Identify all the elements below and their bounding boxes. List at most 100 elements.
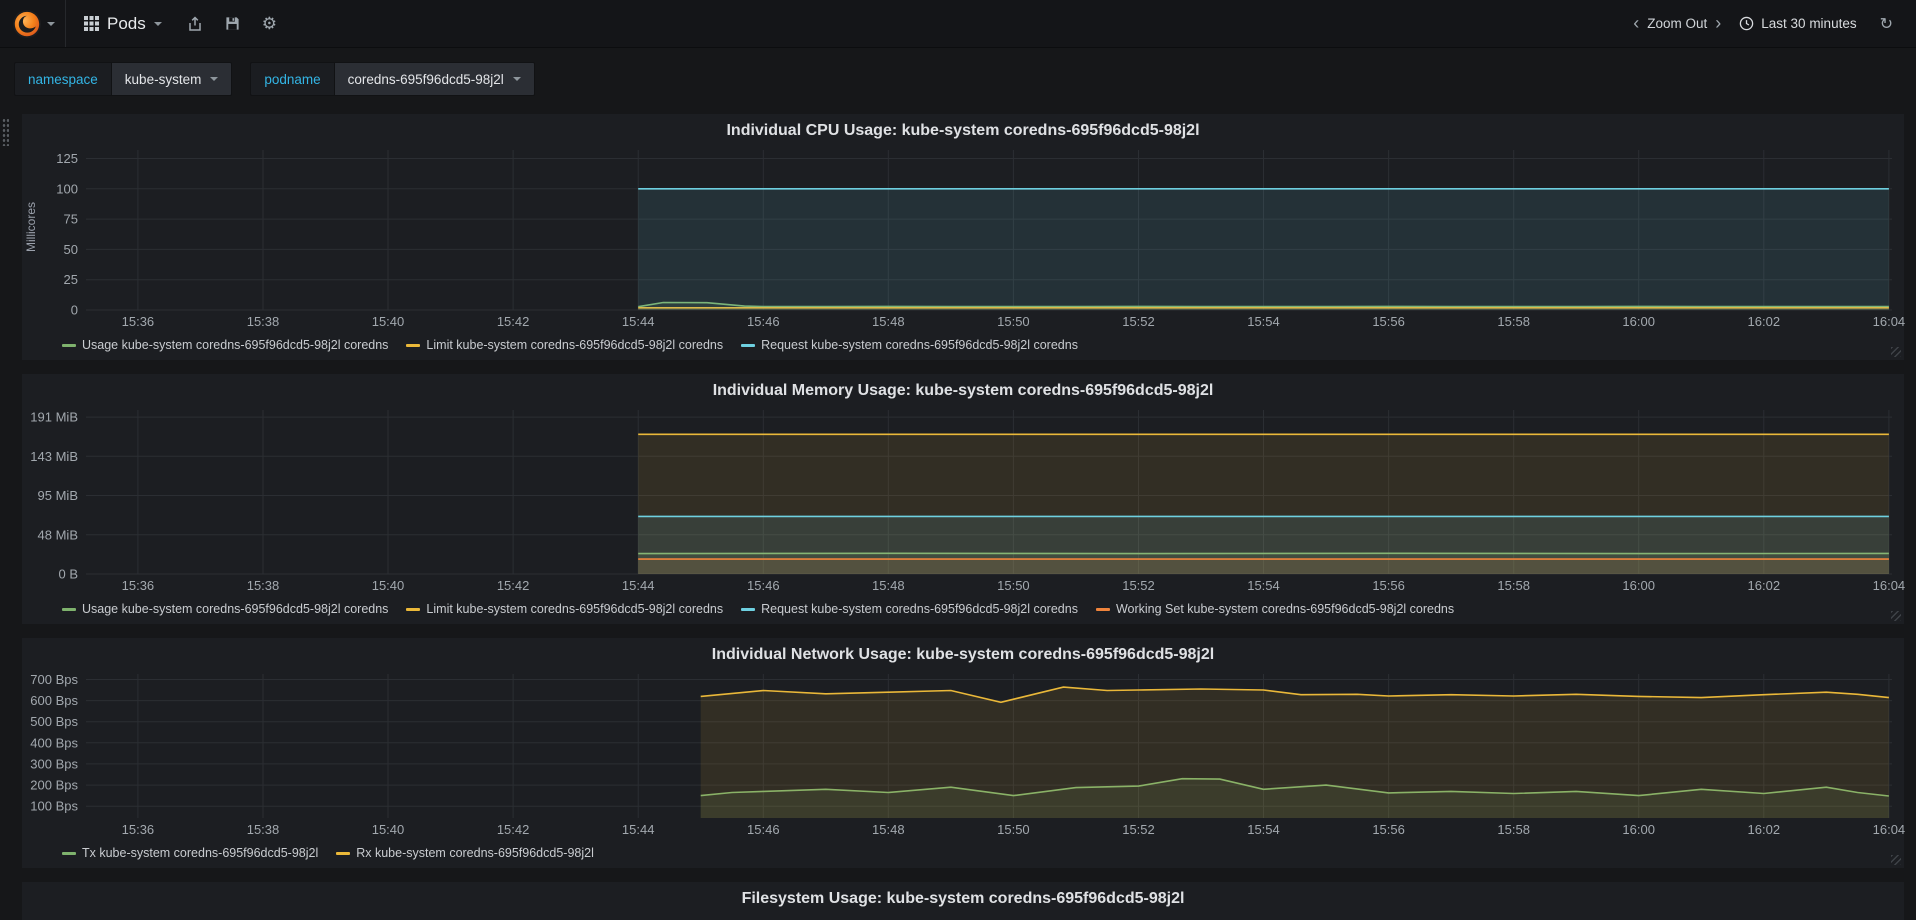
svg-text:15:46: 15:46: [747, 822, 780, 837]
network-legend: Tx kube-system coredns-695f96dcd5-98j2l R…: [22, 840, 1904, 866]
panel-title[interactable]: Filesystem Usage: kube-system coredns-69…: [22, 886, 1904, 912]
nav-divider: [65, 0, 66, 47]
cpu-legend: Usage kube-system coredns-695f96dcd5-98j…: [22, 332, 1904, 358]
chevron-left-icon: ‹: [1633, 13, 1640, 33]
panel-network-usage: Individual Network Usage: kube-system co…: [22, 638, 1905, 868]
svg-text:15:52: 15:52: [1122, 314, 1155, 329]
svg-text:400 Bps: 400 Bps: [30, 735, 78, 750]
svg-text:15:38: 15:38: [247, 822, 280, 837]
panel-title[interactable]: Individual Memory Usage: kube-system cor…: [22, 378, 1904, 404]
legend-item-tx[interactable]: Tx kube-system coredns-695f96dcd5-98j2l: [62, 846, 318, 860]
svg-text:16:02: 16:02: [1748, 578, 1781, 593]
panel-resize-handle[interactable]: [1891, 611, 1901, 621]
namespace-dropdown[interactable]: kube-system: [110, 62, 233, 96]
panel-cpu-usage: Individual CPU Usage: kube-system coredn…: [22, 114, 1906, 360]
chevron-right-icon: ›: [1715, 13, 1722, 33]
svg-text:15:50: 15:50: [997, 578, 1030, 593]
time-range-picker-button[interactable]: Last 30 minutes: [1727, 0, 1868, 47]
legend-item-request[interactable]: Request kube-system coredns-695f96dcd5-9…: [741, 338, 1078, 352]
svg-text:15:38: 15:38: [247, 314, 280, 329]
panel-resize-handle[interactable]: [1891, 347, 1901, 357]
legend-item-usage[interactable]: Usage kube-system coredns-695f96dcd5-98j…: [62, 602, 388, 616]
dashboard-title: Pods: [107, 13, 146, 33]
dashboard-picker-button[interactable]: Pods: [70, 0, 176, 47]
clock-icon: [1740, 16, 1754, 31]
svg-text:15:58: 15:58: [1497, 314, 1530, 329]
legend-item-request[interactable]: Request kube-system coredns-695f96dcd5-9…: [741, 602, 1078, 616]
svg-text:500 Bps: 500 Bps: [30, 714, 78, 729]
filesystem-usage-chart[interactable]: [22, 912, 1904, 920]
chevron-down-icon: [210, 77, 219, 81]
zoom-out-button[interactable]: Zoom Out: [1645, 0, 1709, 47]
refresh-icon: ↻: [1879, 15, 1893, 33]
svg-text:15:46: 15:46: [747, 578, 780, 593]
legend-label: Usage kube-system coredns-695f96dcd5-98j…: [82, 602, 389, 616]
svg-text:15:58: 15:58: [1497, 578, 1530, 593]
svg-text:16:02: 16:02: [1748, 822, 1781, 837]
panel-memory-usage: Individual Memory Usage: kube-system cor…: [22, 374, 1906, 624]
legend-swatch: [62, 607, 76, 611]
grafana-logo-icon: [12, 9, 42, 38]
svg-text:15:40: 15:40: [372, 314, 405, 329]
legend-item-rx[interactable]: Rx kube-system coredns-695f96dcd5-98j2l: [336, 846, 594, 860]
svg-text:125: 125: [56, 151, 78, 166]
legend-item-limit[interactable]: Limit kube-system coredns-695f96dcd5-98j…: [406, 602, 723, 616]
template-variables-row: namespace kube-system podname coredns-69…: [14, 62, 1916, 96]
svg-text:15:44: 15:44: [622, 578, 655, 593]
svg-text:100: 100: [56, 181, 78, 196]
memory-usage-chart[interactable]: 15:36 15:38 15:40 15:42 15:44 15:46 15:48 15:50…: [22, 404, 1906, 596]
row-drag-handle[interactable]: [2, 118, 9, 146]
legend-label: Request kube-system coredns-695f96dcd5-9…: [761, 602, 1078, 616]
svg-text:16:04: 16:04: [1873, 314, 1906, 329]
svg-text:15:44: 15:44: [622, 314, 655, 329]
chevron-down-icon: [47, 21, 55, 26]
refresh-button[interactable]: ↻: [1869, 0, 1904, 47]
svg-text:15:48: 15:48: [872, 578, 905, 593]
svg-text:15:48: 15:48: [872, 822, 905, 837]
svg-text:16:04: 16:04: [1873, 578, 1906, 593]
legend-swatch: [336, 851, 351, 855]
legend-swatch: [406, 607, 421, 611]
podname-value: coredns-695f96dcd5-98j2l: [347, 71, 504, 87]
top-nav: Pods ⚙ ‹ Zoom Out › Last 30 minutes ↻: [0, 0, 1916, 48]
legend-swatch: [1095, 607, 1110, 611]
cpu-usage-chart[interactable]: 15:36 15:38 15:40 15:42 15:44 15:46 15:48 15:50…: [22, 144, 1906, 332]
svg-text:25: 25: [64, 272, 78, 287]
legend-label: Working Set kube-system coredns-695f96dc…: [1115, 602, 1455, 616]
panel-filesystem-usage: Filesystem Usage: kube-system coredns-69…: [22, 882, 1904, 920]
svg-text:15:42: 15:42: [497, 578, 530, 593]
podname-dropdown[interactable]: coredns-695f96dcd5-98j2l: [333, 62, 535, 96]
save-button[interactable]: [214, 0, 251, 47]
legend-label: Usage kube-system coredns-695f96dcd5-98j…: [82, 338, 389, 352]
grafana-logo-button[interactable]: [0, 0, 65, 47]
gear-icon: ⚙: [261, 13, 277, 33]
legend-item-usage[interactable]: Usage kube-system coredns-695f96dcd5-98j…: [62, 338, 388, 352]
legend-swatch: [741, 607, 756, 611]
time-shift-back-button[interactable]: ‹: [1627, 0, 1645, 47]
time-shift-forward-button[interactable]: ›: [1709, 0, 1727, 47]
settings-button[interactable]: ⚙: [251, 0, 288, 47]
save-icon: [226, 17, 239, 30]
network-usage-chart[interactable]: 15:36 15:38 15:40 15:42 15:44 15:46 15:48 15:50…: [22, 668, 1905, 840]
legend-item-limit[interactable]: Limit kube-system coredns-695f96dcd5-98j…: [406, 338, 723, 352]
legend-item-working-set[interactable]: Working Set kube-system coredns-695f96dc…: [1095, 602, 1455, 616]
svg-text:15:40: 15:40: [372, 822, 405, 837]
svg-text:16:00: 16:00: [1622, 822, 1655, 837]
svg-text:15:38: 15:38: [247, 578, 280, 593]
svg-text:15:56: 15:56: [1372, 314, 1405, 329]
svg-text:15:46: 15:46: [747, 314, 780, 329]
chevron-down-icon: [512, 77, 521, 81]
panel-title[interactable]: Individual Network Usage: kube-system co…: [22, 642, 1904, 668]
svg-text:15:48: 15:48: [872, 314, 905, 329]
legend-swatch: [62, 343, 76, 347]
svg-text:0 B: 0 B: [58, 567, 78, 582]
share-button[interactable]: [176, 0, 214, 47]
legend-swatch: [406, 343, 421, 347]
share-icon: [189, 15, 201, 31]
svg-text:95 MiB: 95 MiB: [38, 488, 78, 503]
svg-text:15:54: 15:54: [1247, 314, 1280, 329]
svg-text:15:36: 15:36: [122, 822, 155, 837]
variable-podname: podname coredns-695f96dcd5-98j2l: [250, 62, 535, 96]
panel-title[interactable]: Individual CPU Usage: kube-system coredn…: [22, 118, 1904, 144]
panel-resize-handle[interactable]: [1891, 855, 1901, 865]
